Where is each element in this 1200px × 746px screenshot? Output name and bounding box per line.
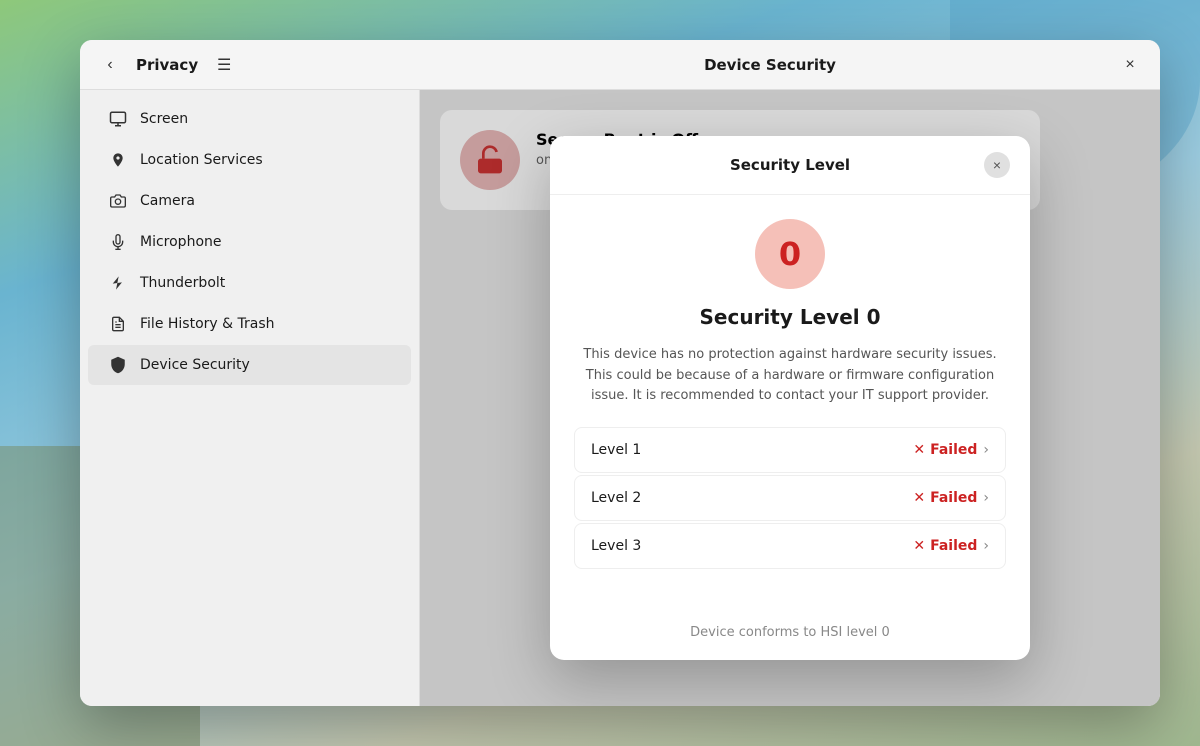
title-bar: ‹ Privacy ☰ Device Security ×	[80, 40, 1160, 90]
main-window: ‹ Privacy ☰ Device Security × Screen Loc…	[80, 40, 1160, 706]
location-icon	[108, 150, 128, 170]
security-level-badge: 0	[755, 219, 825, 289]
level-2-status: Failed	[930, 490, 977, 506]
devicesecurity-icon	[108, 355, 128, 375]
level-1-x-icon: ✕	[913, 442, 925, 458]
security-description: This device has no protection against ha…	[574, 345, 1006, 407]
window-title: Device Security	[436, 56, 1104, 74]
security-level-heading: Security Level 0	[574, 305, 1006, 329]
sidebar-item-camera[interactable]: Camera	[88, 181, 411, 221]
level-1-right: ✕ Failed ›	[913, 442, 989, 458]
sidebar-label-filehistory: File History & Trash	[140, 316, 275, 332]
level-row-2[interactable]: Level 2 ✕ Failed ›	[574, 475, 1006, 521]
sidebar-label-thunderbolt: Thunderbolt	[140, 275, 225, 291]
filehistory-icon	[108, 314, 128, 334]
sidebar-item-microphone[interactable]: Microphone	[88, 222, 411, 262]
level-row-3[interactable]: Level 3 ✕ Failed ›	[574, 523, 1006, 569]
modal-close-button[interactable]: ×	[984, 152, 1010, 178]
sidebar-label-devicesecurity: Device Security	[140, 357, 250, 373]
level-row-1[interactable]: Level 1 ✕ Failed ›	[574, 427, 1006, 473]
level-3-right: ✕ Failed ›	[913, 538, 989, 554]
level-2-x-icon: ✕	[913, 490, 925, 506]
hsi-footer-text: Device conforms to HSI level 0	[690, 625, 890, 640]
sidebar-label-microphone: Microphone	[140, 234, 222, 250]
content-area: Screen Location Services Camera Micropho…	[80, 90, 1160, 706]
main-content: Secure Boot is Off on when the device is…	[420, 90, 1160, 706]
level-1-chevron: ›	[983, 442, 989, 458]
level-3-x-icon: ✕	[913, 538, 925, 554]
sidebar-title: Privacy	[136, 56, 198, 74]
sidebar-label-camera: Camera	[140, 193, 195, 209]
level-3-chevron: ›	[983, 538, 989, 554]
back-button[interactable]: ‹	[96, 51, 124, 79]
level-3-failed-indicator: ✕ Failed	[913, 538, 977, 554]
modal-header: Security Level ×	[550, 136, 1030, 195]
modal-body: 0 Security Level 0 This device has no pr…	[550, 195, 1030, 609]
level-3-label: Level 3	[591, 538, 641, 554]
level-2-label: Level 2	[591, 490, 641, 506]
sidebar-item-filehistory[interactable]: File History & Trash	[88, 304, 411, 344]
level-2-chevron: ›	[983, 490, 989, 506]
microphone-icon	[108, 232, 128, 252]
sidebar-label-screen: Screen	[140, 111, 188, 127]
title-bar-left: ‹ Privacy ☰	[96, 51, 436, 79]
level-rows: Level 1 ✕ Failed › Leve	[574, 427, 1006, 569]
sidebar-item-thunderbolt[interactable]: Thunderbolt	[88, 263, 411, 303]
level-2-failed-indicator: ✕ Failed	[913, 490, 977, 506]
camera-icon	[108, 191, 128, 211]
sidebar: Screen Location Services Camera Micropho…	[80, 90, 420, 706]
security-level-modal: Security Level × 0 Security Level 0 This…	[550, 136, 1030, 660]
sidebar-label-location: Location Services	[140, 152, 263, 168]
sidebar-item-location[interactable]: Location Services	[88, 140, 411, 180]
hamburger-button[interactable]: ☰	[210, 51, 238, 79]
sidebar-item-devicesecurity[interactable]: Device Security	[88, 345, 411, 385]
modal-footer: Device conforms to HSI level 0	[550, 609, 1030, 660]
level-1-label: Level 1	[591, 442, 641, 458]
level-1-status: Failed	[930, 442, 977, 458]
sidebar-item-screen[interactable]: Screen	[88, 99, 411, 139]
modal-overlay: Security Level × 0 Security Level 0 This…	[420, 90, 1160, 706]
modal-title: Security Level	[596, 156, 984, 174]
badge-number: 0	[779, 235, 801, 273]
level-3-status: Failed	[930, 538, 977, 554]
thunderbolt-icon	[108, 273, 128, 293]
level-2-right: ✕ Failed ›	[913, 490, 989, 506]
screen-icon	[108, 109, 128, 129]
window-close-button[interactable]: ×	[1116, 51, 1144, 79]
title-bar-right: ×	[1104, 51, 1144, 79]
level-1-failed-indicator: ✕ Failed	[913, 442, 977, 458]
